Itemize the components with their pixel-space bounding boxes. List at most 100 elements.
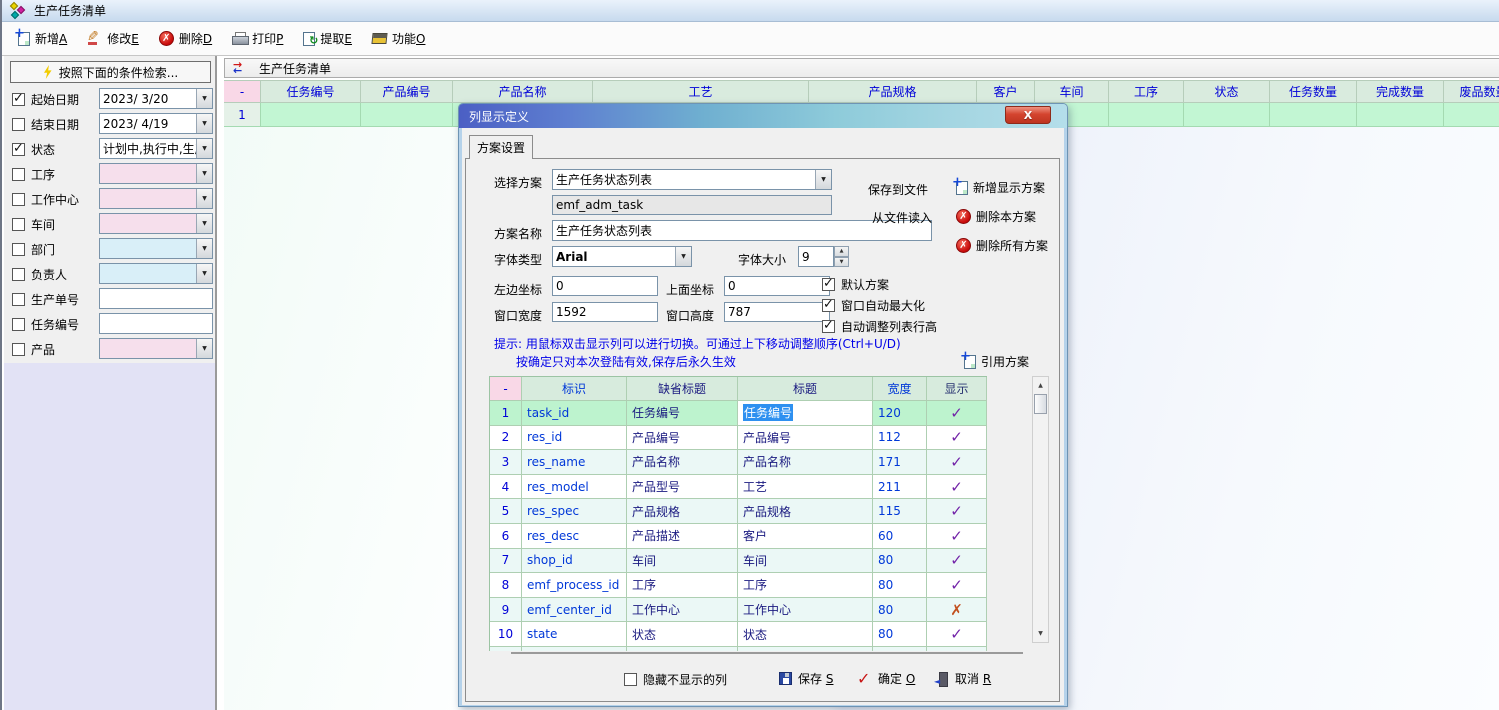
main-row-cell[interactable]: [1270, 103, 1357, 127]
option-checkbox-窗口自动最大化[interactable]: 窗口自动最大化: [822, 297, 925, 314]
filter-combo-工序[interactable]: [99, 163, 213, 184]
grid-show-cell[interactable]: ✓: [927, 450, 987, 475]
main-row-cell[interactable]: [1444, 103, 1499, 127]
grid-cell[interactable]: 80: [873, 549, 927, 574]
filter-checkbox[interactable]: [12, 193, 25, 206]
grid-show-cell[interactable]: ✓: [927, 573, 987, 598]
filter-checkbox[interactable]: [12, 118, 25, 131]
main-column-header-车间[interactable]: 车间: [1035, 80, 1109, 103]
filter-combo-结束日期[interactable]: 2023/ 4/19: [99, 113, 213, 134]
grid-cell[interactable]: 60: [873, 524, 927, 549]
grid-show-cell[interactable]: ✓: [927, 426, 987, 451]
grid-row-5[interactable]: 5res_spec产品规格产品规格115✓: [490, 499, 987, 524]
toolbar-button-新增[interactable]: 新增A: [10, 26, 75, 51]
grid-column-header-标题[interactable]: 标题: [738, 377, 873, 401]
grid-cell[interactable]: 产品描述: [627, 524, 738, 549]
grid-cell[interactable]: 6: [490, 524, 522, 549]
win-width-input[interactable]: 1592: [552, 302, 658, 322]
grid-cell[interactable]: 3: [490, 450, 522, 475]
grid-cell[interactable]: [522, 647, 627, 651]
scrollbar-thumb[interactable]: [1034, 394, 1047, 414]
grid-cell[interactable]: 产品规格: [627, 499, 738, 524]
grid-show-cell[interactable]: ✓: [927, 499, 987, 524]
save-to-file-button[interactable]: 保存到文件: [868, 181, 928, 198]
grid-cell[interactable]: res_spec: [522, 499, 627, 524]
chevron-down-icon[interactable]: [196, 264, 212, 283]
grid-cell[interactable]: 状态: [738, 622, 873, 647]
grid-cell[interactable]: 客户: [738, 524, 873, 549]
grid-cell[interactable]: res_name: [522, 450, 627, 475]
filter-combo-工作中心[interactable]: [99, 188, 213, 209]
main-row-cell[interactable]: [1109, 103, 1184, 127]
grid-row-8[interactable]: 8emf_process_id工序工序80✓: [490, 573, 987, 598]
grid-row-1[interactable]: 1task_id任务编号任务编号120✓: [490, 401, 987, 426]
grid-cell[interactable]: 工序: [627, 573, 738, 598]
grid-cell[interactable]: 工作中心: [627, 598, 738, 623]
grid-column-header-宽度[interactable]: 宽度: [873, 377, 927, 401]
main-column-header-产品编号[interactable]: 产品编号: [361, 80, 453, 103]
grid-column-header-缺省标题[interactable]: 缺省标题: [627, 377, 738, 401]
grid-cell[interactable]: 产品编号: [738, 426, 873, 451]
grid-cell[interactable]: [490, 647, 522, 651]
filter-combo-负责人[interactable]: [99, 263, 213, 284]
plan-select[interactable]: 生产任务状态列表: [552, 169, 832, 190]
checkbox-icon[interactable]: [822, 320, 835, 333]
grid-show-cell[interactable]: ✓: [927, 401, 987, 426]
grid-row-7[interactable]: 7shop_id车间车间80✓: [490, 549, 987, 574]
grid-cell[interactable]: 80: [873, 573, 927, 598]
checkbox-icon[interactable]: [822, 299, 835, 312]
filter-checkbox[interactable]: [12, 318, 25, 331]
toolbar-button-提取[interactable]: 提取E: [295, 26, 360, 51]
grid-cell[interactable]: [873, 647, 927, 651]
chevron-down-icon[interactable]: [196, 239, 212, 258]
grid-cell[interactable]: 80: [873, 622, 927, 647]
cancel-button[interactable]: 取消 R: [935, 670, 991, 687]
main-column-header-任务编号[interactable]: 任务编号: [261, 80, 361, 103]
grid-show-cell[interactable]: ✓: [927, 524, 987, 549]
grid-cell[interactable]: 1: [490, 401, 522, 426]
grid-row-6[interactable]: 6res_desc产品描述客户60✓: [490, 524, 987, 549]
filter-checkbox[interactable]: [12, 143, 25, 156]
grid-cell[interactable]: 7: [490, 549, 522, 574]
grid-cell[interactable]: 任务编号: [627, 401, 738, 426]
tab-plan-settings[interactable]: 方案设置: [469, 135, 533, 159]
filter-checkbox[interactable]: [12, 268, 25, 281]
grid-cell[interactable]: 任务编号: [738, 401, 873, 426]
side-button-删除所有方案[interactable]: 删除所有方案: [956, 237, 1048, 254]
grid-show-cell[interactable]: ✓: [927, 622, 987, 647]
chevron-down-icon[interactable]: [815, 170, 831, 189]
close-button[interactable]: X: [1005, 106, 1051, 124]
grid-cell[interactable]: 车间: [738, 549, 873, 574]
filter-input-生产单号[interactable]: [99, 288, 213, 309]
filter-checkbox[interactable]: [12, 93, 25, 106]
side-button-新增显示方案[interactable]: 新增显示方案: [956, 179, 1045, 196]
chevron-down-icon[interactable]: [196, 339, 212, 358]
grid-column-header--[interactable]: -: [490, 377, 522, 401]
chevron-down-icon[interactable]: [196, 139, 212, 158]
grid-cell[interactable]: 211: [873, 475, 927, 500]
grid-row-10[interactable]: 10state状态状态80✓: [490, 622, 987, 647]
chevron-down-icon[interactable]: [675, 247, 691, 266]
main-row-cell[interactable]: [1357, 103, 1444, 127]
font-size-stepper[interactable]: ▲ ▼: [834, 246, 849, 267]
option-checkbox-默认方案[interactable]: 默认方案: [822, 276, 889, 293]
grid-cell[interactable]: res_id: [522, 426, 627, 451]
chevron-down-icon[interactable]: [196, 214, 212, 233]
grid-cell[interactable]: 产品名称: [627, 450, 738, 475]
grid-show-cell[interactable]: ✗: [927, 598, 987, 623]
grid-cell[interactable]: 115: [873, 499, 927, 524]
main-row-cell[interactable]: [261, 103, 361, 127]
grid-row-9[interactable]: 9emf_center_id工作中心工作中心80✗: [490, 598, 987, 623]
side-button-删除本方案[interactable]: 删除本方案: [956, 208, 1036, 225]
grid-column-header-标识[interactable]: 标识: [522, 377, 627, 401]
filter-combo-车间[interactable]: [99, 213, 213, 234]
grid-row-partial[interactable]: 任务数量任务数量✓: [490, 647, 987, 651]
main-row-cell[interactable]: [361, 103, 453, 127]
grid-cell[interactable]: 工作中心: [738, 598, 873, 623]
main-column-header-产品规格[interactable]: 产品规格: [809, 80, 977, 103]
grid-scrollbar[interactable]: ▲ ▼: [1032, 376, 1049, 643]
search-button[interactable]: 按照下面的条件检索...: [10, 61, 211, 83]
main-column-header-工序[interactable]: 工序: [1109, 80, 1184, 103]
checkbox-icon[interactable]: [624, 673, 637, 686]
main-column-header--[interactable]: -: [224, 80, 261, 103]
